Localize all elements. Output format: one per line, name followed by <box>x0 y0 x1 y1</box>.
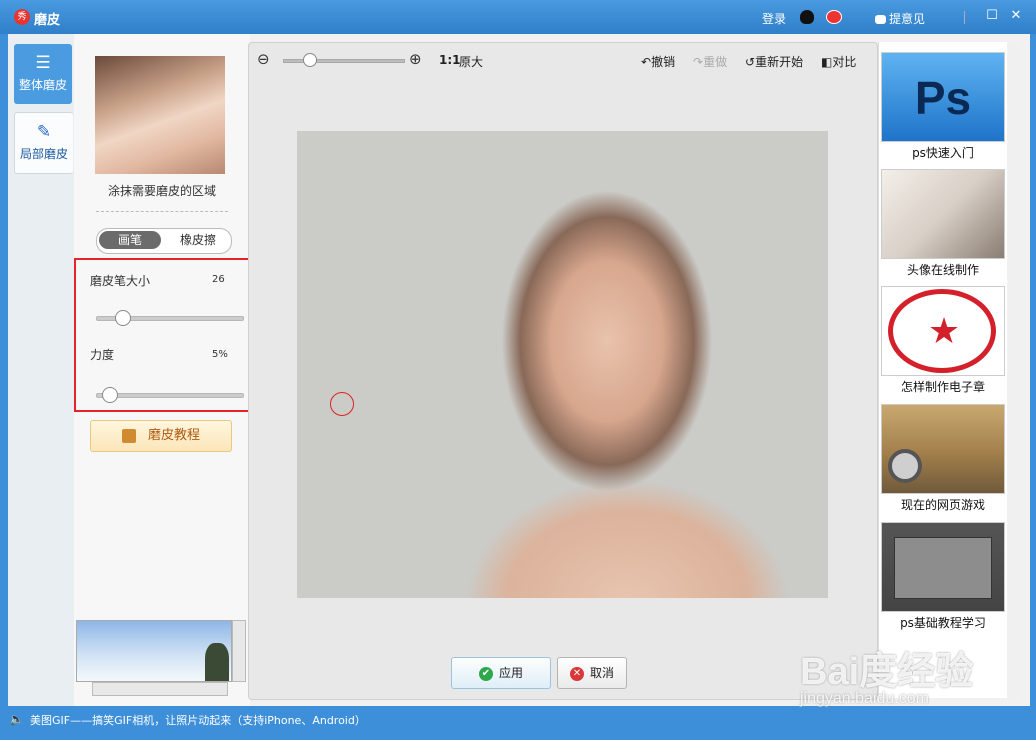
ad-ps-basics[interactable]: ps基础教程学习 <box>881 522 1005 632</box>
tab-global-smoothing[interactable]: ☰ 整体磨皮 <box>14 44 72 104</box>
chat-bubble-icon <box>875 15 886 24</box>
compare-label: 对比 <box>832 55 857 69</box>
restart-icon: ↺ <box>745 55 756 69</box>
tutorial-label: 磨皮教程 <box>147 428 200 443</box>
restart-label: 重新开始 <box>755 55 804 69</box>
watermark: Bai度经验 jingyan.baidu.com <box>800 640 1036 720</box>
star-icon: ★ <box>927 311 961 352</box>
close-circle-icon: ✕ <box>569 666 584 681</box>
strength-label: 力度 <box>90 348 115 362</box>
red-stamp-image: ★ <box>881 286 1005 376</box>
eraser-mode-button[interactable]: 橡皮擦 <box>167 231 229 249</box>
compare-icon: ◧ <box>821 55 833 69</box>
ps-canvas <box>894 537 992 599</box>
mode-toggle: 画笔 橡皮擦 <box>96 228 232 254</box>
watermark-url: jingyan.baidu.com <box>800 690 929 707</box>
undo-label: 撤销 <box>651 55 676 69</box>
zoom-handle[interactable] <box>303 53 317 67</box>
recommendation-panel: Ps ps快速入门 头像在线制作 ★ 怎样制作电子章 现在的网页游戏 ps基础教… <box>878 42 1007 698</box>
box-icon <box>121 428 136 443</box>
apply-label: 应用 <box>498 666 523 680</box>
ad-caption: ps快速入门 <box>912 146 974 160</box>
navigator-vertical-scrollbar[interactable] <box>232 620 246 682</box>
zoom-out-icon[interactable]: ⊖ <box>257 51 273 67</box>
app-window: 秀 磨皮 登录 提意见 ☐ ✕ ☰ 整体磨皮 ✎ 局部磨皮 涂抹需要磨皮的区域 … <box>0 0 1036 740</box>
ad-caption: 头像在线制作 <box>906 263 979 277</box>
steering-wheel-icon <box>888 449 922 483</box>
strength-value: 5% <box>212 349 228 360</box>
tab-local-smoothing[interactable]: ✎ 局部磨皮 <box>14 112 73 174</box>
preview-tree <box>205 643 229 681</box>
redo-label: 重做 <box>703 55 728 69</box>
ad-e-stamp[interactable]: ★ 怎样制作电子章 <box>881 286 1005 396</box>
window-title: 磨皮 <box>34 13 61 28</box>
title-bar: 秀 磨皮 登录 提意见 ☐ ✕ <box>0 0 1036 34</box>
undo-icon: ↶ <box>641 55 652 69</box>
speaker-icon: 🔈 <box>9 712 24 726</box>
strength-slider[interactable] <box>96 393 244 398</box>
ad-caption: 怎样制作电子章 <box>900 380 985 394</box>
divider <box>96 211 228 212</box>
brush-size-handle[interactable] <box>115 310 132 326</box>
cancel-button[interactable]: ✕ 取消 <box>557 657 627 689</box>
brush-cursor <box>330 392 354 416</box>
close-icon[interactable]: ✕ <box>1008 8 1024 24</box>
ad-caption: 现在的网页游戏 <box>900 498 985 512</box>
ad-avatar-maker[interactable]: 头像在线制作 <box>881 169 1005 279</box>
actual-size-ratio[interactable]: 1:1 <box>439 53 461 67</box>
navigator-horizontal-scrollbar[interactable] <box>92 682 228 696</box>
editor-toolbar: ⊖ ⊕ 1:1 原大 ↶撤销 ↷重做 ↺重新开始 ◧对比 <box>249 43 877 77</box>
watermark-brand: Bai度经验 <box>800 651 974 693</box>
tutorial-button[interactable]: 磨皮教程 <box>90 420 232 452</box>
actual-size-button[interactable]: 原大 <box>459 53 483 70</box>
ad-caption: ps基础教程学习 <box>900 616 986 630</box>
sliders-icon: ☰ <box>35 53 51 73</box>
example-thumbnail <box>95 56 225 174</box>
navigator-preview[interactable] <box>76 620 232 682</box>
tool-panel: 涂抹需要磨皮的区域 画笔 橡皮擦 磨皮笔大小 26 力度 5% 磨皮教程 <box>74 34 250 706</box>
racing-game-image <box>881 404 1005 494</box>
status-promo-link[interactable]: 美图GIF——搞笑GIF相机，让照片动起来（支持iPhone、Android） <box>30 712 366 728</box>
brush-mode-button[interactable]: 画笔 <box>99 231 161 249</box>
feedback-label: 提意见 <box>889 12 926 26</box>
restart-button[interactable]: ↺重新开始 <box>745 53 803 70</box>
zoom-in-icon[interactable]: ⊕ <box>409 51 425 67</box>
editor-main: ⊖ ⊕ 1:1 原大 ↶撤销 ↷重做 ↺重新开始 ◧对比 ✔ 应用 ✕ 取消 <box>248 42 878 700</box>
portrait-photo <box>297 131 828 598</box>
ad-ps-quickstart[interactable]: Ps ps快速入门 <box>881 52 1005 162</box>
brush-icon: ✎ <box>36 122 52 142</box>
qq-icon[interactable] <box>800 10 814 24</box>
maximize-icon[interactable]: ☐ <box>984 8 1000 24</box>
brush-size-value: 26 <box>212 274 225 285</box>
brush-size-label: 磨皮笔大小 <box>90 274 151 288</box>
photoshop-ui-image <box>881 522 1005 612</box>
undo-button[interactable]: ↶撤销 <box>641 53 675 70</box>
login-link[interactable]: 登录 <box>762 10 786 27</box>
feedback-link[interactable]: 提意见 <box>875 10 925 27</box>
anime-avatar-image <box>881 169 1005 259</box>
titlebar-divider <box>964 11 965 24</box>
compare-button[interactable]: ◧对比 <box>821 53 856 70</box>
highlight-box: 磨皮笔大小 26 力度 5% <box>74 258 250 412</box>
weibo-icon[interactable] <box>826 10 842 24</box>
photo-canvas[interactable] <box>297 131 828 598</box>
apply-button[interactable]: ✔ 应用 <box>451 657 551 689</box>
content-area: ☰ 整体磨皮 ✎ 局部磨皮 涂抹需要磨皮的区域 画笔 橡皮擦 磨皮笔大小 26 … <box>8 34 1030 706</box>
tab-label: 整体磨皮 <box>18 78 67 92</box>
photoshop-icon: Ps <box>881 52 1005 142</box>
tab-label: 局部磨皮 <box>19 147 68 161</box>
redo-icon: ↷ <box>693 55 704 69</box>
redo-button[interactable]: ↷重做 <box>693 53 727 70</box>
ad-web-game[interactable]: 现在的网页游戏 <box>881 404 1005 514</box>
app-logo-icon: 秀 <box>14 9 30 25</box>
strength-handle[interactable] <box>102 387 119 403</box>
mode-tabs: ☰ 整体磨皮 ✎ 局部磨皮 <box>8 34 75 706</box>
instruction-text: 涂抹需要磨皮的区域 <box>107 184 216 198</box>
cancel-label: 取消 <box>589 666 614 680</box>
check-icon: ✔ <box>478 666 493 681</box>
zoom-slider[interactable] <box>283 59 405 63</box>
panel-scrollbar[interactable] <box>1008 42 1022 698</box>
